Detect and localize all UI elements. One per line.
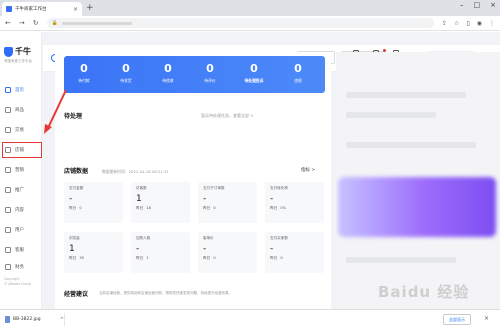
finance-icon	[5, 264, 11, 270]
window-controls: – □ ×	[460, 1, 496, 9]
sidebar-item-label: 店铺	[15, 148, 24, 153]
logo-text: 千牛	[15, 47, 31, 56]
tab-close-icon[interactable]: ×	[73, 6, 78, 13]
sidebar-item-product[interactable]: 商品	[5, 105, 39, 115]
copyright-line: © Alibaba Group	[4, 282, 31, 286]
advice-title: 经营建议	[64, 291, 89, 298]
sidebar-item-label: 推广	[15, 188, 24, 193]
sidebar-item-home[interactable]: 首页	[5, 85, 39, 95]
metrics-link[interactable]: 指标 >	[301, 167, 315, 173]
stat-pending-shipment[interactable]: 0 待发货	[106, 63, 146, 84]
stat-violation[interactable]: 0 违规	[278, 63, 318, 84]
stat-pending-payment[interactable]: 0 待付款	[64, 63, 104, 84]
sidebar-item-label: 商品	[15, 108, 24, 113]
browser-toolbar: ← → ↻ 🔒 ⇪ ☆ ▯ ◉ ⋮	[0, 16, 500, 31]
sidebar-item-service[interactable]: 客服	[5, 245, 39, 255]
metric-card-pageviews[interactable]: 浏览量 1 昨日 39	[64, 232, 123, 273]
order-stats-banner: 0 待付款 0 待发货 0 待揽收 0 待评价 0 待处理投诉 0 违规	[64, 56, 325, 93]
service-icon	[5, 247, 11, 253]
redacted-line	[346, 92, 466, 98]
minimize-button[interactable]: –	[460, 1, 464, 9]
metric-card-visitors[interactable]: 访客数 1 昨日 18	[131, 182, 190, 223]
content-icon	[5, 207, 11, 213]
sidebar-icon[interactable]: ▯	[466, 20, 469, 27]
main-content: 0 待付款 0 待发货 0 待揽收 0 待评价 0 待处理投诉 0 违规 待处理…	[55, 52, 331, 309]
stat-pending-review[interactable]: 0 待评价	[190, 63, 230, 84]
forward-button[interactable]: →	[19, 19, 25, 27]
sidebar-item-label: 交易	[15, 128, 24, 133]
marketing-icon	[5, 167, 11, 173]
profile-icon[interactable]: ◉	[477, 20, 482, 27]
lock-icon: 🔒	[51, 20, 58, 26]
star-icon[interactable]: ☆	[454, 20, 459, 27]
stat-pending-pickup[interactable]: 0 待揽收	[148, 63, 188, 84]
baidu-watermark: Baidu 经验	[378, 283, 470, 301]
redacted-line	[346, 112, 436, 118]
close-download-bar-icon[interactable]: ×	[484, 315, 489, 322]
data-update-time: 数据更新时间：2022-04-18 06:21:31	[102, 169, 169, 174]
browser-tabbar: 千牛商家工作台 × + – □ ×	[0, 0, 500, 16]
address-bar[interactable]: 🔒	[46, 18, 435, 28]
right-panel	[336, 52, 500, 309]
share-icon[interactable]: ⇪	[442, 20, 447, 27]
stat-pending-complaint[interactable]: 0 待处理投诉	[234, 63, 274, 84]
metric-card-paid-suborders[interactable]: 支付子订单数 - 昨日 0	[198, 182, 257, 223]
product-icon	[5, 107, 11, 113]
sidebar-item-label: 营销	[15, 168, 24, 173]
back-button[interactable]: ←	[5, 19, 11, 27]
reload-button[interactable]: ↻	[33, 19, 39, 27]
menu-icon[interactable]: ⋮	[489, 20, 495, 27]
advice-text: 当前店铺经营，提供商品和店铺运营诊断，帮助您快速发现问题，持续提升经营效果。	[99, 291, 232, 295]
url-redacted	[61, 21, 132, 25]
download-bar: BB-3822.jpg ^ 全部显示 ×	[0, 309, 500, 329]
download-item[interactable]: BB-3822.jpg ^	[5, 313, 65, 326]
chevron-up-icon[interactable]: ^	[60, 317, 64, 323]
sidebar-item-label: 用户	[15, 228, 24, 233]
metric-card-avg-order-value[interactable]: 客单价 - 昨日 0	[198, 232, 257, 273]
new-tab-button[interactable]: +	[86, 2, 94, 14]
promotion-icon	[5, 187, 11, 193]
image-file-icon	[5, 316, 10, 323]
sidebar-item-user[interactable]: 用户	[5, 225, 39, 235]
trade-icon	[5, 127, 11, 133]
sidebar-item-label: 内容	[15, 208, 24, 213]
sidebar-item-label: 首页	[15, 88, 24, 93]
logo-subtitle: 淘宝卖家工作平台	[4, 59, 32, 63]
user-icon	[5, 227, 11, 233]
close-window-button[interactable]: ×	[490, 1, 496, 9]
sidebar-item-promotion[interactable]: 推广	[5, 185, 39, 195]
todo-view-all-link[interactable]: 暂无待处理任务，查看全部 >	[201, 113, 254, 119]
metric-card-add-to-cart[interactable]: 加购人数 - 昨日 1	[131, 232, 190, 273]
sidebar-item-label: 客服	[15, 248, 24, 253]
promo-banner-redacted[interactable]	[338, 177, 496, 237]
sidebar-item-trade[interactable]: 交易	[5, 125, 39, 135]
maximize-button[interactable]: □	[474, 1, 481, 9]
qianniu-favicon-icon	[6, 6, 12, 12]
home-icon	[5, 87, 11, 93]
sidebar-item-marketing[interactable]: 营销	[5, 165, 39, 175]
redacted-line	[346, 142, 476, 148]
sidebar-footer: Copyright © Alibaba Group	[4, 277, 31, 287]
sidebar-item-finance[interactable]: 财务	[5, 262, 39, 272]
browser-icons: ⇪ ☆ ▯ ◉ ⋮	[442, 20, 495, 27]
redacted-line	[346, 257, 456, 263]
shop-data-title: 店铺数据	[64, 168, 89, 175]
logo: 千牛	[4, 46, 31, 57]
sidebar-item-label: 财务	[15, 265, 24, 270]
show-all-downloads-button[interactable]: 全部显示	[443, 314, 471, 325]
sidebar: 千牛 淘宝卖家工作平台 首页 商品 交易 店铺 营销 推广 内容 用户 客服 财…	[0, 32, 42, 309]
tab-title: 千牛商家工作台	[15, 7, 47, 12]
metric-card-paying-buyers[interactable]: 支付买家数 - 昨日 0	[265, 232, 324, 273]
sidebar-item-content[interactable]: 内容	[5, 205, 39, 215]
metric-card-conversion-rate[interactable]: 支付转化率 - 昨日 0%	[265, 182, 324, 223]
sidebar-item-shop[interactable]: 店铺	[2, 142, 42, 158]
metric-card-payment-amount[interactable]: 支付金额 - 昨日 0	[64, 182, 123, 223]
shop-icon	[5, 147, 11, 153]
browser-tab[interactable]: 千牛商家工作台 ×	[2, 2, 82, 16]
todo-title: 待处理	[64, 113, 83, 120]
qianniu-logo-icon	[4, 46, 13, 57]
download-file-name: BB-3822.jpg	[13, 317, 41, 322]
